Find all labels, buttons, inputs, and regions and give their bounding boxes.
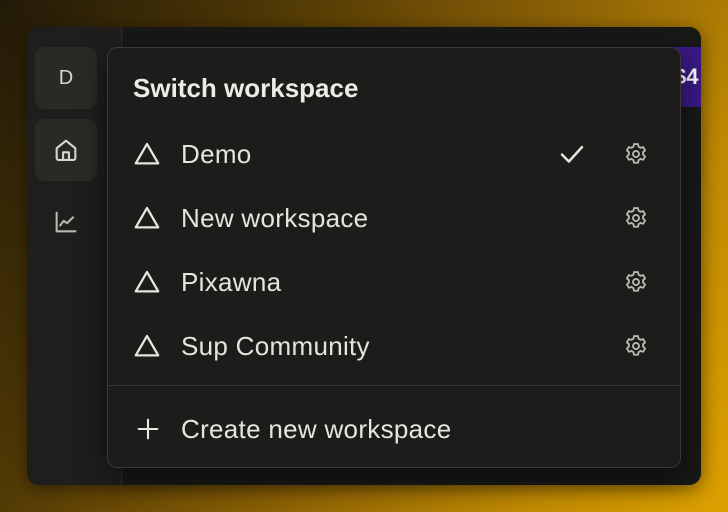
workspace-item-pixawna[interactable]: Pixawna <box>108 253 680 311</box>
workspace-avatar-letter: D <box>58 66 74 89</box>
gear-icon[interactable] <box>622 332 650 360</box>
workspace-name: New workspace <box>181 202 369 233</box>
triangle-icon <box>134 270 160 293</box>
triangle-icon <box>134 206 160 229</box>
create-workspace-label: Create new workspace <box>181 413 452 444</box>
home-button[interactable] <box>35 119 97 181</box>
checkmark-icon <box>560 145 584 163</box>
gear-icon[interactable] <box>622 204 650 232</box>
workspace-avatar-button[interactable]: D <box>35 47 97 109</box>
chart-icon <box>55 211 77 233</box>
workspace-item-sup-community[interactable]: Sup Community <box>108 317 680 375</box>
create-workspace-button[interactable]: Create new workspace <box>108 400 680 458</box>
workspace-switcher-dropdown: Switch workspace Demo New workspace Pixa… <box>107 47 681 468</box>
workspace-name: Demo <box>181 138 252 169</box>
triangle-icon <box>134 334 160 357</box>
workspace-item-new-workspace[interactable]: New workspace <box>108 189 680 247</box>
workspace-item-demo[interactable]: Demo <box>108 125 680 183</box>
analytics-button[interactable] <box>35 191 97 253</box>
plus-icon <box>137 418 159 440</box>
dropdown-divider <box>108 385 680 386</box>
gear-icon[interactable] <box>622 268 650 296</box>
triangle-icon <box>134 142 160 165</box>
home-icon <box>55 139 77 161</box>
gear-icon[interactable] <box>622 140 650 168</box>
workspace-name: Sup Community <box>181 330 370 361</box>
workspace-name: Pixawna <box>181 266 282 297</box>
dropdown-title: Switch workspace <box>133 73 359 103</box>
